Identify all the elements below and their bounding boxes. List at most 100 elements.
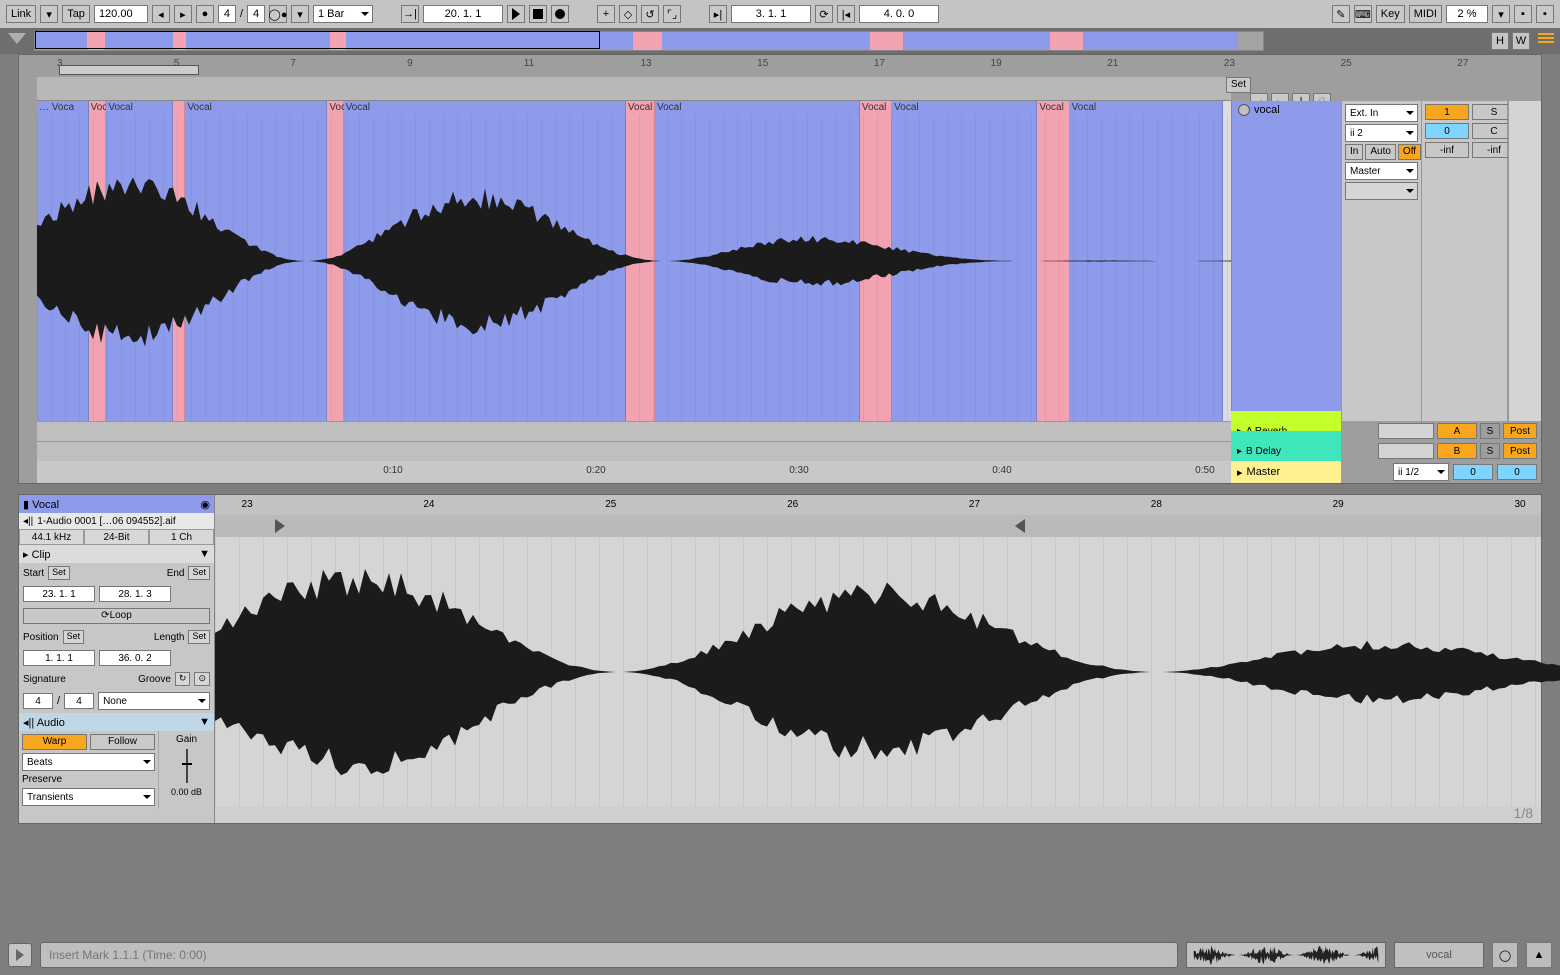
follow-button[interactable]: →| bbox=[401, 5, 419, 23]
follow-button[interactable]: Follow bbox=[90, 734, 155, 750]
input-channel-select[interactable]: ii 2 bbox=[1345, 124, 1418, 142]
end-set-button[interactable]: Set bbox=[188, 566, 210, 580]
midi-map-button[interactable]: MIDI bbox=[1409, 5, 1442, 23]
return-b-activator[interactable]: B bbox=[1437, 443, 1477, 459]
timesig-den[interactable]: 4 bbox=[247, 5, 265, 23]
hide-button[interactable]: H bbox=[1491, 32, 1509, 50]
clip-start-field[interactable] bbox=[23, 586, 95, 602]
set-locator-button[interactable]: Set bbox=[1226, 77, 1251, 93]
track-activator-button[interactable]: 1 bbox=[1425, 104, 1469, 120]
groove-dropdown-icon[interactable]: ▾ bbox=[291, 5, 309, 23]
loop-button[interactable]: ⟳ bbox=[815, 5, 833, 23]
quantize-select[interactable]: 1 Bar bbox=[313, 5, 373, 23]
preview-play-button[interactable] bbox=[8, 943, 32, 967]
loop-length[interactable]: 4. 0. 0 bbox=[859, 5, 939, 23]
master-header[interactable]: ▸Master bbox=[1231, 461, 1341, 483]
loop-button[interactable]: ⟳ Loop bbox=[23, 608, 210, 624]
return-a-solo[interactable]: S bbox=[1480, 423, 1500, 439]
len-set-button[interactable]: Set bbox=[188, 630, 210, 644]
sig-den-field[interactable] bbox=[64, 693, 94, 709]
key-map-button[interactable]: Key bbox=[1376, 5, 1405, 23]
track-header[interactable]: vocal bbox=[1232, 101, 1342, 421]
return-b-solo[interactable]: S bbox=[1480, 443, 1500, 459]
gain-slider[interactable] bbox=[186, 749, 188, 783]
groove-disclosure-icon[interactable] bbox=[8, 33, 26, 44]
audio-from-select[interactable]: Ext. In bbox=[1345, 104, 1418, 122]
capture-button[interactable]: ⌜⌟ bbox=[663, 5, 681, 23]
warp-mode-select[interactable]: Beats bbox=[22, 753, 155, 771]
audio-to-select[interactable]: Master bbox=[1345, 162, 1418, 180]
tempo-field[interactable]: 120.00 bbox=[94, 5, 148, 23]
cue-vol[interactable]: 0 bbox=[1497, 464, 1537, 480]
monitor-auto-button[interactable]: Auto bbox=[1365, 144, 1396, 160]
volume-meter[interactable] bbox=[1508, 101, 1541, 421]
overload-indicator[interactable]: ▾ bbox=[1492, 5, 1510, 23]
commit-groove-button[interactable]: ↻ bbox=[175, 672, 191, 686]
track-lane[interactable]: … VocaVocVocalVocalVocaVocalVocalVocalVo… bbox=[37, 101, 1231, 421]
clip-activator-icon[interactable]: ◉ bbox=[200, 498, 210, 511]
loop-brace[interactable] bbox=[59, 65, 199, 75]
clip-end-field[interactable] bbox=[99, 586, 171, 602]
status-input[interactable] bbox=[40, 942, 1178, 968]
track-launch-icon[interactable] bbox=[1238, 104, 1250, 116]
stop-button[interactable] bbox=[529, 5, 547, 23]
computer-midi-keyboard[interactable]: ⌨ bbox=[1354, 5, 1372, 23]
mini-waveform[interactable] bbox=[1186, 942, 1386, 968]
monitor-off-button[interactable]: Off bbox=[1398, 144, 1421, 160]
automation-arm-button[interactable]: ◇ bbox=[619, 5, 637, 23]
metronome-button[interactable]: ● bbox=[196, 5, 214, 23]
draw-mode-button[interactable]: ✎ bbox=[1332, 5, 1350, 23]
link-button[interactable]: Link bbox=[6, 5, 36, 23]
wide-button[interactable]: W bbox=[1512, 32, 1530, 50]
end-marker[interactable] bbox=[1015, 519, 1025, 533]
arrange-position[interactable]: 20. 1. 1 bbox=[423, 5, 503, 23]
pos-set-button[interactable]: Set bbox=[63, 630, 85, 644]
overdub-button[interactable]: + bbox=[597, 5, 615, 23]
audio-panel-dropdown-icon[interactable]: ▼ bbox=[199, 716, 210, 728]
sample-waveform[interactable] bbox=[215, 537, 1541, 807]
clip-title-row[interactable]: ▮ Vocal ◉ bbox=[19, 495, 214, 513]
punch-in-button[interactable]: ▸| bbox=[709, 5, 727, 23]
timesig-num[interactable]: 4 bbox=[218, 5, 236, 23]
nudge-down-icon[interactable]: ◂ bbox=[152, 5, 170, 23]
punch-out-button[interactable]: |◂ bbox=[837, 5, 855, 23]
send-a-knob[interactable]: 0 bbox=[1425, 123, 1469, 139]
return-a-activator[interactable]: A bbox=[1437, 423, 1477, 439]
punch-pos[interactable]: 3. 1. 1 bbox=[731, 5, 811, 23]
groove-select[interactable]: None bbox=[98, 692, 210, 710]
return-a-lane[interactable] bbox=[37, 421, 1231, 441]
loop-pos-field[interactable] bbox=[23, 650, 95, 666]
device-view-button[interactable]: ◯ bbox=[1492, 942, 1518, 968]
return-b-post[interactable]: Post bbox=[1503, 443, 1537, 459]
beat-ruler[interactable]: 3579111315171921232527 bbox=[37, 55, 1541, 77]
ext-sync-icon[interactable]: ▾ bbox=[40, 5, 58, 23]
return-b-lane[interactable] bbox=[37, 441, 1231, 461]
global-quantize-select[interactable]: ii 1/2 bbox=[1393, 463, 1449, 481]
output-channel-select[interactable] bbox=[1345, 182, 1418, 200]
record-button[interactable] bbox=[551, 5, 569, 23]
session-view-icon[interactable] bbox=[1538, 33, 1554, 43]
start-marker[interactable] bbox=[275, 519, 285, 533]
loop-len-field[interactable] bbox=[99, 650, 171, 666]
preserve-select[interactable]: Transients bbox=[22, 788, 155, 806]
sig-num-field[interactable] bbox=[23, 693, 53, 709]
master-vol[interactable]: 0 bbox=[1453, 464, 1493, 480]
sample-ruler[interactable]: 2324252627282930 bbox=[215, 495, 1541, 515]
monitor-in-button[interactable]: In bbox=[1345, 144, 1363, 160]
sample-file-row[interactable]: ◂|| 1-Audio 0001 […06 094552].aif bbox=[19, 513, 214, 529]
tap-button[interactable]: Tap bbox=[62, 5, 90, 23]
clip-panel-dropdown-icon[interactable]: ▼ bbox=[199, 548, 210, 560]
warp-marker-lane[interactable] bbox=[215, 515, 1541, 537]
return-a-post[interactable]: Post bbox=[1503, 423, 1537, 439]
warp-button[interactable]: Warp bbox=[22, 734, 87, 750]
reenable-automation-button[interactable]: ↺ bbox=[641, 5, 659, 23]
audio-panel-header[interactable]: ◂|| Audio ▼ bbox=[19, 713, 214, 731]
arrangement-overview[interactable] bbox=[34, 31, 1264, 51]
hot-swap-groove-button[interactable]: ⊙ bbox=[194, 672, 210, 686]
play-button[interactable] bbox=[507, 5, 525, 23]
return-b-send-slot[interactable] bbox=[1378, 443, 1434, 459]
return-a-send-slot[interactable] bbox=[1378, 423, 1434, 439]
clip-view-button[interactable]: ▲ bbox=[1526, 942, 1552, 968]
time-ruler[interactable]: 0:100:200:300:400:50 bbox=[37, 461, 1231, 483]
start-set-button[interactable]: Set bbox=[48, 566, 70, 580]
